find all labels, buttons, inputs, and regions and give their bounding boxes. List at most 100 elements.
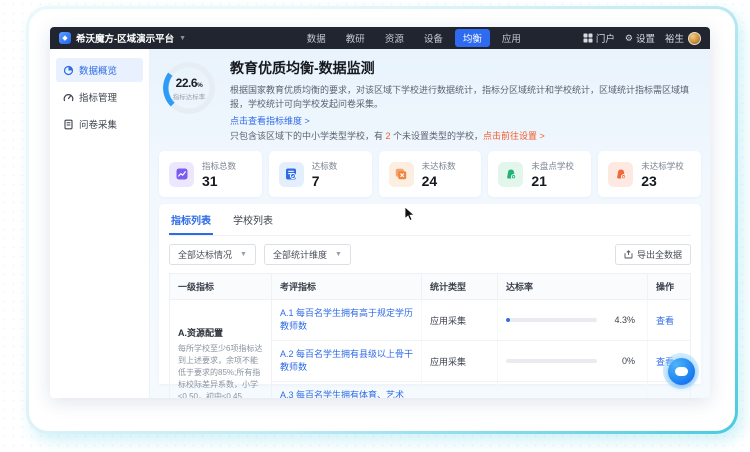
main-content: 22.6% 指标达标率 教育优质均衡-数据监测 根据国家教育优质均衡的要求，对该… <box>150 49 710 398</box>
user-avatar <box>688 32 701 45</box>
compliance-gauge: 22.6% 指标达标率 <box>163 62 215 114</box>
nav-item-resources[interactable]: 资源 <box>377 29 412 47</box>
table-rows: A.1 每百名学生拥有高于规定学历教师数 应用采集 4.3% 查看 A.2 每百… <box>272 300 690 398</box>
indicator-link[interactable]: A.2 每百名学生拥有县级以上骨干教师数 <box>280 348 413 374</box>
rate-cell: 4.3% <box>498 300 648 340</box>
col-header-stat-type: 统计类型 <box>422 274 498 299</box>
gauge-value: 22.6% <box>176 76 203 90</box>
stat-label: 达标数 <box>312 160 338 172</box>
stat-card-failed-schools: 未达标学校23 <box>598 151 701 197</box>
nav-item-balance[interactable]: 均衡 <box>455 29 490 47</box>
sidebar: 数据概览 指标管理 问卷采集 <box>50 49 150 398</box>
view-indicator-dimension-link[interactable]: 点击查看指标维度 > <box>230 116 310 126</box>
rate-cell: 0% <box>498 341 648 381</box>
gauge-icon <box>63 92 74 103</box>
chat-fab-button[interactable] <box>663 353 699 389</box>
col-header-actions: 操作 <box>648 274 690 299</box>
brand[interactable]: ◆ 希沃魔方-区域演示平台 ▼ <box>59 31 186 45</box>
stat-value: 7 <box>312 173 338 189</box>
failed-school-icon <box>608 162 633 187</box>
tab-school-list[interactable]: 学校列表 <box>231 204 275 235</box>
gauge-label: 指标达标率 <box>173 91 206 101</box>
export-label: 导出全数据 <box>637 248 682 261</box>
desc2-post: 个未设置类型的学校， <box>391 131 484 141</box>
filter-bar: 全部达标情况 ▼ 全部统计维度 ▼ 导出全数据 <box>169 244 691 265</box>
nav-right-tools: 门户 ⚙ 设置 裕生 <box>583 31 701 45</box>
user-menu[interactable]: 裕生 <box>665 31 701 45</box>
stat-card-unchecked-schools: 未盘点学校21 <box>488 151 591 197</box>
reached-icon <box>279 162 304 187</box>
app-body: 数据概览 指标管理 问卷采集 <box>50 49 710 398</box>
view-button[interactable]: 查看 <box>656 314 674 327</box>
portal-button[interactable]: 门户 <box>583 31 615 45</box>
stat-value: 23 <box>641 173 684 189</box>
stat-value: 21 <box>531 173 574 189</box>
sidebar-item-label: 数据概览 <box>79 63 117 77</box>
stat-cards: 指标总数31 达标数7 未达标数24 <box>159 151 701 197</box>
table-header: 一级指标 考评指标 统计类型 达标率 操作 <box>169 273 691 299</box>
sidebar-item-survey-collection[interactable]: 问卷采集 <box>56 112 143 136</box>
unchecked-school-icon <box>498 162 523 187</box>
pie-chart-icon <box>63 65 74 76</box>
progress-bar-fill <box>506 318 510 322</box>
stat-card-indicator-total: 指标总数31 <box>159 151 262 197</box>
hero-description-line2: 只包含该区域下的中小学类型学校，有 2 个未设置类型的学校，点击前往设置 > <box>230 129 699 143</box>
rate-value: 13% <box>605 397 635 398</box>
hero-description-line1: 根据国家教育优质均衡的要求，对该区域下学校进行数据统计，指标分区域统计和学校统计… <box>230 83 699 111</box>
sidebar-item-label: 问卷采集 <box>79 117 117 131</box>
not-reached-icon <box>389 162 414 187</box>
nav-item-devices[interactable]: 设备 <box>416 29 451 47</box>
app-window: ◆ 希沃魔方-区域演示平台 ▼ 数据 教研 资源 设备 均衡 应用 门户 <box>50 27 710 398</box>
stat-card-not-reached: 未达标数24 <box>379 151 482 197</box>
mouse-cursor <box>404 206 416 222</box>
rate-value: 0% <box>605 356 635 366</box>
status-filter-value: 全部达标情况 <box>178 248 232 261</box>
desc2-pre: 只包含该区域下的中小学类型学校，有 <box>230 131 386 141</box>
document-icon <box>63 119 74 130</box>
settings-button[interactable]: ⚙ 设置 <box>625 31 655 45</box>
panel-tabs: 指标列表 学校列表 <box>169 204 691 236</box>
nav-item-apps[interactable]: 应用 <box>494 29 529 47</box>
progress-bar <box>506 359 597 363</box>
stat-label: 未达标学校 <box>641 160 684 172</box>
dimension-filter-value: 全部统计维度 <box>273 248 327 261</box>
top-navbar: ◆ 希沃魔方-区域演示平台 ▼ 数据 教研 资源 设备 均衡 应用 门户 <box>50 27 710 49</box>
tab-indicator-list[interactable]: 指标列表 <box>169 204 213 235</box>
table-body: A.资源配置 每所学校至少6项指标达到上述要求，余项不能低于要求的85%;所有指… <box>169 299 691 398</box>
stat-type-cell: 应用采集 <box>422 300 498 340</box>
hero-text: 教育优质均衡-数据监测 根据国家教育优质均衡的要求，对该区域下学校进行数据统计，… <box>230 58 699 143</box>
stat-value: 31 <box>202 173 236 189</box>
sidebar-item-indicator-management[interactable]: 指标管理 <box>56 85 143 109</box>
data-panel: 指标列表 学校列表 全部达标情况 ▼ 全部统计维度 ▼ <box>159 204 701 384</box>
stat-label: 未达标数 <box>422 160 456 172</box>
hero-section: 22.6% 指标达标率 教育优质均衡-数据监测 根据国家教育优质均衡的要求，对该… <box>157 56 703 149</box>
brand-logo-icon: ◆ <box>59 32 71 44</box>
stat-label: 指标总数 <box>202 160 236 172</box>
table-row: A.3 每百名学生拥有体育、艺术（美术、音乐）专任教师数 学校统计 13% 查看 <box>272 382 690 398</box>
portal-grid-icon <box>583 33 593 43</box>
nav-item-data[interactable]: 数据 <box>299 29 334 47</box>
go-to-settings-link[interactable]: 点击前往设置 > <box>483 131 545 141</box>
view-button[interactable]: 查看 <box>656 396 674 399</box>
indicator-link[interactable]: A.1 每百名学生拥有高于规定学历教师数 <box>280 307 413 333</box>
chat-bubble-icon <box>668 358 695 385</box>
nav-item-research[interactable]: 教研 <box>338 29 373 47</box>
progress-bar <box>506 318 597 322</box>
indicator-group-cell: A.资源配置 每所学校至少6项指标达到上述要求，余项不能低于要求的85%;所有指… <box>170 300 272 398</box>
chevron-down-icon: ▼ <box>179 35 186 42</box>
dimension-filter-select[interactable]: 全部统计维度 ▼ <box>264 244 351 265</box>
sidebar-item-data-overview[interactable]: 数据概览 <box>56 58 143 82</box>
table-row: A.1 每百名学生拥有高于规定学历教师数 应用采集 4.3% 查看 <box>272 300 690 341</box>
export-all-data-button[interactable]: 导出全数据 <box>615 244 691 265</box>
brand-name: 希沃魔方-区域演示平台 <box>76 31 174 45</box>
status-filter-select[interactable]: 全部达标情况 ▼ <box>169 244 256 265</box>
stat-type-cell: 学校统计 <box>422 382 498 398</box>
stat-label: 未盘点学校 <box>531 160 574 172</box>
settings-label: 设置 <box>636 31 655 45</box>
col-header-level1-indicator: 一级指标 <box>170 274 272 299</box>
stat-card-reached: 达标数7 <box>269 151 372 197</box>
group-name: A.资源配置 <box>178 326 263 339</box>
indicator-link[interactable]: A.3 每百名学生拥有体育、艺术（美术、音乐）专任教师数 <box>280 389 413 398</box>
rate-cell: 13% <box>498 382 648 398</box>
export-icon <box>624 250 633 259</box>
